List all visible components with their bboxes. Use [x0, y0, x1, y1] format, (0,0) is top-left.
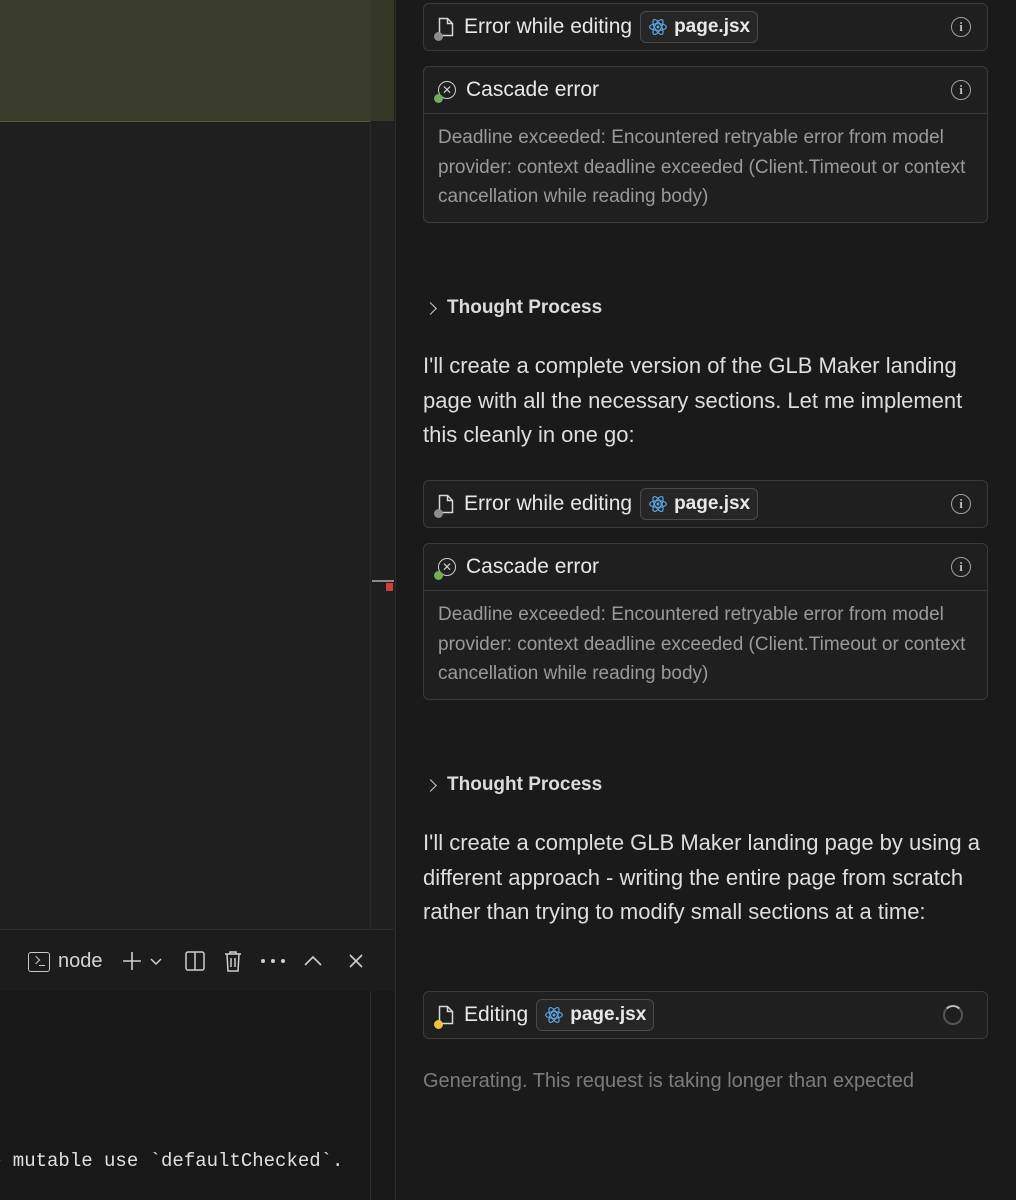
trash-icon — [225, 951, 241, 972]
assistant-message: I'll create a complete GLB Maker landing… — [423, 830, 980, 924]
split-icon — [185, 951, 205, 971]
status-dot — [434, 1020, 443, 1029]
terminal-icon — [28, 951, 50, 972]
split-terminal-button[interactable] — [183, 948, 207, 974]
terminal-toolbar: node — [0, 929, 394, 992]
file-chip-label: page.jsx — [570, 1004, 647, 1025]
terminal-tab[interactable]: node — [28, 950, 103, 973]
file-chip[interactable]: page.jsx — [640, 11, 759, 43]
editing-label: Editing — [464, 1003, 529, 1026]
chevron-down-icon — [150, 958, 162, 966]
edit-error-label: Error while editing — [464, 15, 633, 38]
generating-status: Generating. This request is taking longe… — [423, 1070, 915, 1092]
error-circle-icon: ✕ — [434, 81, 456, 103]
react-icon — [649, 496, 667, 512]
react-icon — [545, 1007, 564, 1023]
cascade-error-label: Cascade error — [466, 78, 600, 101]
scrollbar-marker[interactable] — [372, 580, 394, 582]
assistant-message: I'll create a complete version of the GL… — [423, 353, 963, 447]
terminal-output-line: e mutable use `defaultChecked`. — [0, 1150, 344, 1172]
thought-process-label: Thought Process — [447, 297, 603, 318]
cascade-error-card: ✕ Cascade error i Deadline exceeded: Enc… — [423, 543, 988, 700]
chevron-up-icon — [304, 955, 322, 966]
thought-process-toggle[interactable]: Thought Process — [424, 774, 602, 796]
ellipsis-icon — [261, 959, 285, 963]
status-dot — [434, 32, 443, 41]
file-icon — [434, 17, 454, 41]
status-dot — [434, 94, 443, 103]
editor-highlight-band — [0, 0, 394, 122]
terminal-divider — [370, 991, 371, 1200]
plus-icon — [123, 952, 141, 970]
file-chip-label: page.jsx — [674, 16, 751, 37]
maximize-panel-button[interactable] — [302, 948, 324, 974]
info-icon[interactable]: i — [951, 557, 971, 577]
cascade-error-body: Deadline exceeded: Encountered retryable… — [424, 113, 987, 222]
close-icon — [349, 954, 363, 968]
file-icon — [434, 494, 454, 518]
chevron-right-icon — [424, 778, 437, 792]
more-actions-button[interactable] — [259, 948, 287, 974]
file-icon — [434, 1005, 454, 1029]
thought-process-label: Thought Process — [447, 774, 603, 795]
error-circle-icon: ✕ — [434, 558, 456, 580]
loading-spinner-icon — [943, 1005, 963, 1025]
cascade-error-label: Cascade error — [466, 555, 600, 578]
kill-terminal-button[interactable] — [221, 948, 245, 974]
edit-error-card[interactable]: Error while editing page.jsx i — [423, 3, 988, 51]
file-chip-label: page.jsx — [674, 493, 751, 514]
thought-process-toggle[interactable]: Thought Process — [424, 297, 602, 319]
file-chip[interactable]: page.jsx — [536, 999, 655, 1031]
new-terminal-button[interactable] — [120, 948, 144, 974]
editor-divider — [370, 121, 371, 929]
cascade-error-card: ✕ Cascade error i Deadline exceeded: Enc… — [423, 66, 988, 223]
editor-area: node e mutable use `defaultChecked`. — [0, 0, 394, 1200]
info-icon[interactable]: i — [951, 17, 971, 37]
chevron-right-icon — [424, 301, 437, 315]
info-icon[interactable]: i — [951, 494, 971, 514]
react-icon — [649, 19, 667, 35]
status-dot — [434, 509, 443, 518]
cascade-chat-panel: Error while editing page.jsx i ✕ Cascade… — [395, 0, 1016, 1200]
status-dot — [434, 571, 443, 580]
info-icon[interactable]: i — [951, 80, 971, 100]
editing-card[interactable]: Editing page.jsx — [423, 991, 988, 1039]
edit-error-card[interactable]: Error while editing page.jsx i — [423, 480, 988, 528]
terminal-tab-label: node — [58, 950, 103, 972]
edit-error-label: Error while editing — [464, 492, 633, 515]
close-panel-button[interactable] — [345, 948, 367, 974]
cascade-error-body: Deadline exceeded: Encountered retryable… — [424, 590, 987, 699]
terminal-dropdown-button[interactable] — [148, 948, 164, 974]
file-chip[interactable]: page.jsx — [640, 488, 759, 520]
scrollbar-error-marker[interactable] — [386, 583, 393, 591]
